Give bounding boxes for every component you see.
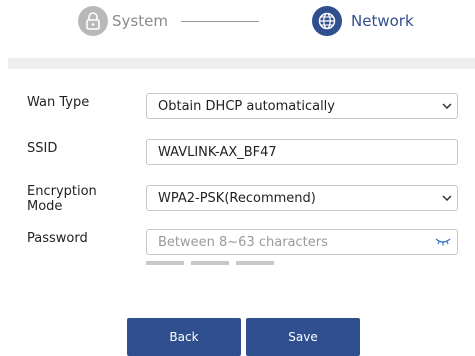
- globe-icon: [312, 6, 342, 36]
- password-strength-bar-2: [191, 261, 229, 265]
- back-button[interactable]: Back: [127, 318, 241, 356]
- password-strength-bar-1: [146, 261, 184, 265]
- ssid-label: SSID: [27, 141, 58, 156]
- password-placeholder: Between 8~63 characters: [158, 234, 328, 250]
- wan-type-select[interactable]: Obtain DHCP automatically: [146, 93, 458, 119]
- section-divider-band: [8, 58, 475, 69]
- ssid-value: WAVLINK-AX_BF47: [158, 144, 277, 160]
- password-label: Password: [27, 231, 88, 246]
- lock-icon: [78, 6, 108, 36]
- encryption-mode-label: Encryption Mode: [27, 184, 97, 214]
- wan-type-value: Obtain DHCP automatically: [158, 98, 335, 114]
- save-button[interactable]: Save: [246, 318, 360, 356]
- ssid-input[interactable]: WAVLINK-AX_BF47: [146, 139, 458, 165]
- step-system-label: System: [112, 12, 168, 30]
- chevron-down-icon: [437, 93, 457, 119]
- eye-closed-icon[interactable]: [429, 230, 457, 254]
- setup-stepper: System Network: [0, 0, 475, 44]
- password-input[interactable]: Between 8~63 characters: [146, 229, 458, 255]
- step-connector: [181, 21, 259, 22]
- wan-type-label: Wan Type: [27, 95, 90, 110]
- chevron-down-icon: [437, 185, 457, 211]
- encryption-mode-select[interactable]: WPA2-PSK(Recommend): [146, 185, 458, 211]
- step-network-label: Network: [351, 12, 414, 30]
- encryption-mode-value: WPA2-PSK(Recommend): [158, 190, 316, 206]
- password-strength-bar-3: [236, 261, 274, 265]
